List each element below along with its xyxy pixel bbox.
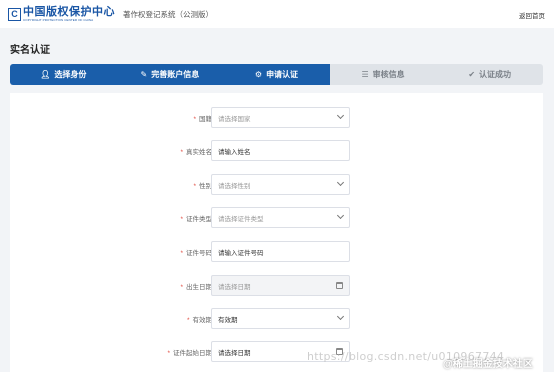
id-number-label: * 证件号码 bbox=[180, 250, 212, 257]
progress-steps: 👤︎ 选择身份 ✎ 完善账户信息 ⚙ 申请认证 ☰ 审核信息 ✔ 认证成功 bbox=[10, 64, 543, 85]
gender-row: * 性别 请选择性别 bbox=[10, 174, 543, 196]
step-label: 选择身份 bbox=[54, 70, 87, 79]
user-icon: 👤︎ bbox=[40, 70, 51, 79]
validity-select[interactable]: 有效期 bbox=[211, 308, 350, 329]
step-review: ☰ 审核信息 bbox=[329, 64, 437, 85]
gender-label: * 性别 bbox=[193, 183, 212, 190]
birth-date-picker[interactable]: 请选择日期 bbox=[211, 275, 350, 296]
chevron-down-icon bbox=[336, 111, 345, 120]
id-number-row: * 证件号码 请输入证件号码 bbox=[10, 241, 543, 263]
chevron-down-icon bbox=[336, 312, 345, 321]
step-complete-account: ✎ 完善账户信息 bbox=[116, 64, 224, 85]
chevron-down-icon bbox=[336, 178, 345, 187]
chevron-down-icon bbox=[336, 211, 345, 220]
country-label: * 国籍 bbox=[193, 116, 212, 123]
gear-icon: ⚙ bbox=[254, 70, 263, 79]
system-title: 著作权登记系统（公测版） bbox=[123, 9, 213, 19]
form-panel: * 国籍 请选择国家 * 真实姓名 请输入姓名 * 性别 请选择性别 * 证件类型 请选… bbox=[10, 93, 543, 372]
validity-label: * 有效期 bbox=[186, 317, 212, 324]
birth-date-row: * 出生日期 请选择日期 bbox=[10, 275, 543, 297]
step-select-identity: 👤︎ 选择身份 bbox=[10, 64, 117, 85]
cpcc-logo[interactable]: C 中国版权保护中心 COPYRIGHT PROTECTION CENTER O… bbox=[8, 5, 115, 23]
logo-en: COPYRIGHT PROTECTION CENTER OF CHINA bbox=[23, 18, 94, 22]
id-start-date-label: * 证件起始日期 bbox=[167, 350, 212, 357]
logo-cn: 中国版权保护中心 bbox=[23, 6, 115, 18]
check-circle-icon: ✔ bbox=[468, 70, 476, 79]
step-label: 完善账户信息 bbox=[151, 70, 200, 79]
logo-text: 中国版权保护中心 COPYRIGHT PROTECTION CENTER OF … bbox=[23, 6, 115, 22]
id-type-select[interactable]: 请选择证件类型 bbox=[211, 207, 350, 228]
calendar-icon bbox=[336, 282, 343, 289]
step-label: 认证成功 bbox=[479, 70, 512, 79]
review-icon: ☰ bbox=[361, 70, 369, 79]
page-title: 实名认证 bbox=[10, 45, 50, 56]
real-name-input[interactable]: 请输入姓名 bbox=[211, 140, 350, 161]
id-number-input[interactable]: 请输入证件号码 bbox=[211, 241, 350, 262]
step-label: 申请认证 bbox=[266, 70, 299, 79]
step-apply-certification: ⚙ 申请认证 bbox=[223, 64, 330, 85]
step-success: ✔ 认证成功 bbox=[436, 64, 543, 85]
back-home-link[interactable]: 返回首页 bbox=[519, 10, 545, 20]
id-type-label: * 证件类型 bbox=[180, 216, 212, 223]
user-edit-icon: ✎ bbox=[140, 70, 148, 79]
real-name-row: * 真实姓名 请输入姓名 bbox=[10, 140, 543, 162]
id-type-row: * 证件类型 请选择证件类型 bbox=[10, 207, 543, 229]
copyright-icon: C bbox=[8, 7, 21, 21]
validity-row: * 有效期 有效期 bbox=[10, 308, 543, 330]
real-name-label: * 真实姓名 bbox=[180, 149, 212, 156]
watermark-community: @稀土掘金技术社区 bbox=[443, 359, 533, 370]
top-header: C 中国版权保护中心 COPYRIGHT PROTECTION CENTER O… bbox=[0, 0, 554, 28]
country-row: * 国籍 请选择国家 bbox=[10, 107, 543, 129]
birth-date-label: * 出生日期 bbox=[180, 284, 212, 291]
step-label: 审核信息 bbox=[372, 70, 405, 79]
gender-select[interactable]: 请选择性别 bbox=[211, 174, 350, 195]
country-select[interactable]: 请选择国家 bbox=[211, 107, 350, 128]
